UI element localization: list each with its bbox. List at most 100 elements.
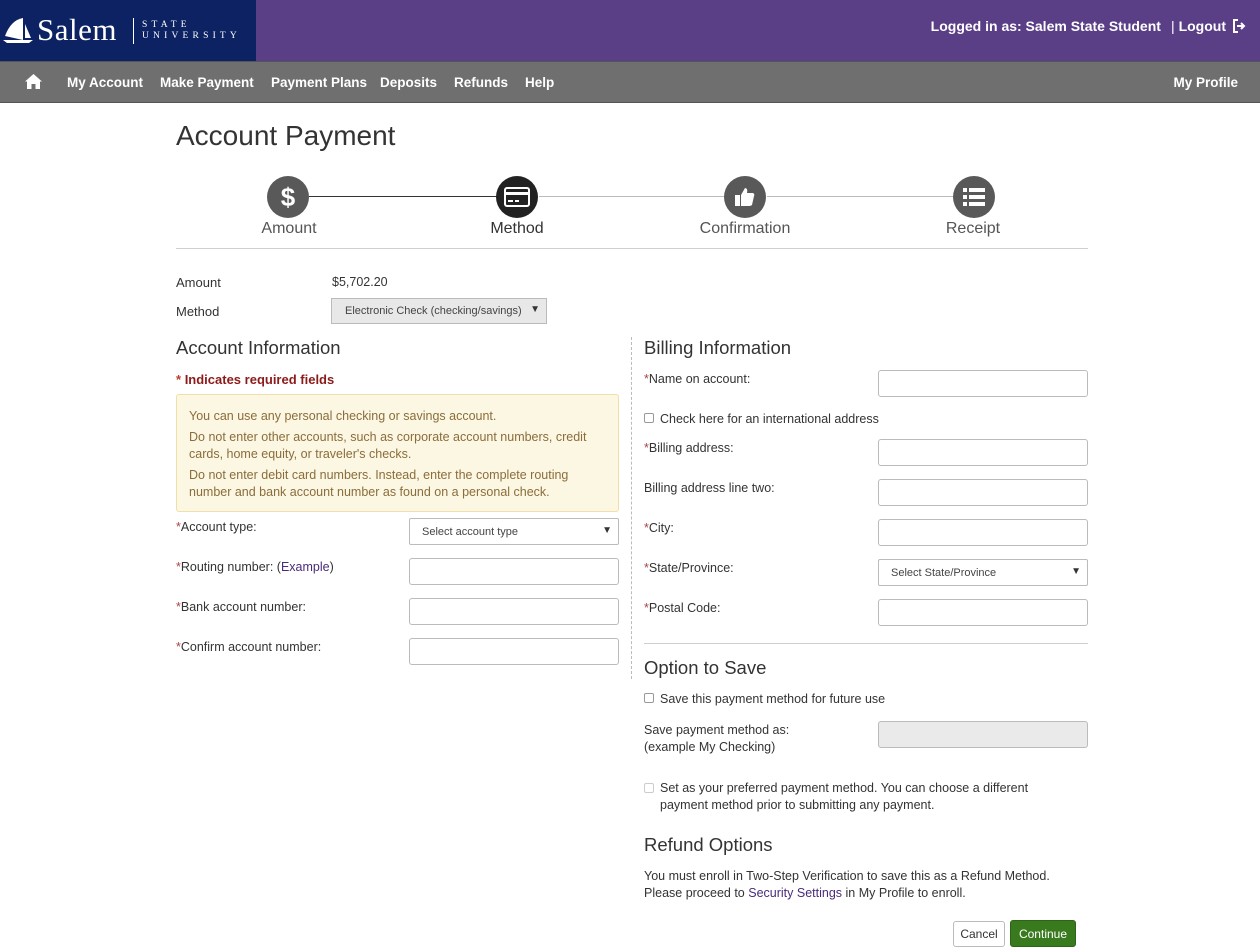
international-address-label: Check here for an international address — [660, 412, 879, 426]
routing-label-text: Routing number: ( — [180, 560, 281, 574]
nav-deposits[interactable]: Deposits — [380, 75, 437, 90]
logo-divider — [133, 18, 134, 44]
confirm-account-label: *Confirm account number: — [176, 640, 321, 654]
billing-address-label: *Billing address: — [644, 441, 734, 455]
required-star: * — [176, 372, 182, 387]
state-label: *State/Province: — [644, 561, 734, 575]
step-receipt-label: Receipt — [945, 220, 1001, 237]
refund-text-2: in My Profile to enroll. — [842, 886, 966, 900]
dollar-icon: $ — [281, 184, 296, 210]
billing-info-heading: Billing Information — [644, 337, 792, 358]
payment-method-value: Electronic Check (checking/savings) — [345, 305, 522, 317]
step-connector — [767, 196, 953, 197]
confirm-account-label-text: Confirm account number: — [180, 640, 322, 654]
name-label-text: Name on account: — [648, 372, 751, 386]
step-connector — [539, 196, 725, 197]
billing-address-label-text: Billing address: — [648, 441, 734, 455]
required-fields-note: * Indicates required fields — [176, 372, 334, 387]
city-label-text: City: — [648, 521, 674, 535]
nav-make-payment[interactable]: Make Payment — [160, 75, 254, 90]
save-as-input[interactable] — [878, 721, 1088, 748]
account-notice-box: You can use any personal checking or sav… — [176, 394, 619, 512]
step-amount-circle: $ — [267, 176, 309, 218]
account-type-placeholder: Select account type — [422, 526, 519, 538]
nav-payment-plans[interactable]: Payment Plans — [271, 75, 367, 90]
save-method-label: Save this payment method for future use — [660, 692, 886, 706]
required-note-text: Indicates required fields — [184, 372, 335, 387]
logged-in-text: Logged in as: Salem State Student — [930, 18, 1161, 34]
routing-number-label: *Routing number: (Example) — [176, 560, 334, 574]
caret-down-icon: ▼ — [602, 525, 612, 536]
header-separator: | — [1170, 18, 1175, 34]
nav-help[interactable]: Help — [525, 75, 554, 90]
page-title: Account Payment — [176, 120, 396, 151]
save-as-label: Save payment method as: (example My Chec… — [644, 722, 789, 756]
home-icon[interactable] — [24, 73, 43, 90]
security-settings-link[interactable]: Security Settings — [748, 886, 842, 900]
amount-label: Amount — [176, 275, 221, 290]
step-method-circle — [496, 176, 538, 218]
bank-account-label: *Bank account number: — [176, 600, 306, 614]
caret-down-icon: ▼ — [1071, 566, 1081, 577]
thumbs-up-icon — [735, 188, 755, 206]
billing-address-input[interactable] — [878, 439, 1088, 466]
refund-options-heading: Refund Options — [644, 834, 773, 855]
postal-code-input[interactable] — [878, 599, 1088, 626]
nav-my-account[interactable]: My Account — [67, 75, 143, 90]
save-as-label-line-1: Save payment method as: — [644, 723, 790, 737]
notice-line: Do not enter debit card numbers. Instead… — [189, 468, 569, 499]
credit-card-icon — [504, 187, 530, 207]
svg-text:$: $ — [281, 184, 296, 210]
routing-number-input[interactable] — [409, 558, 619, 585]
routing-example-link[interactable]: Example — [281, 560, 330, 574]
name-on-account-label: *Name on account: — [644, 372, 750, 386]
caret-down-icon: ▼ — [530, 304, 540, 315]
continue-button[interactable]: Continue — [1010, 920, 1076, 947]
step-confirmation-circle — [724, 176, 766, 218]
step-receipt-circle — [953, 176, 995, 218]
logo-sub-state: STATE — [142, 20, 191, 30]
ship-logo-icon — [3, 18, 33, 43]
name-on-account-input[interactable] — [878, 370, 1088, 397]
notice-line: Do not enter other accounts, such as cor… — [189, 430, 587, 461]
cancel-button[interactable]: Cancel — [953, 921, 1005, 947]
billing-address-2-input[interactable] — [878, 479, 1088, 506]
university-logo[interactable]: Salem STATE UNIVERSITY — [0, 0, 256, 61]
step-method-label: Method — [490, 220, 544, 237]
list-icon — [963, 188, 985, 206]
city-label: *City: — [644, 521, 674, 535]
logo-subtitle: STATE UNIVERSITY — [142, 20, 241, 42]
billing-address-2-label: Billing address line two: — [644, 481, 775, 495]
step-connector — [309, 196, 497, 197]
routing-label-close: ) — [329, 560, 334, 574]
user-area: Logged in as: Salem State Student | Logo… — [931, 18, 1246, 34]
amount-value: $5,702.20 — [332, 275, 388, 289]
logout-link[interactable]: Logout — [1179, 18, 1226, 34]
section-divider — [644, 643, 1088, 644]
account-info-heading: Account Information — [176, 337, 341, 358]
payment-method-select[interactable]: Electronic Check (checking/savings) ▼ — [331, 298, 547, 324]
save-method-checkbox[interactable] — [644, 693, 654, 703]
nav-refunds[interactable]: Refunds — [454, 75, 508, 90]
logo-wordmark: Salem — [37, 12, 117, 47]
state-placeholder: Select State/Province — [891, 567, 997, 579]
bank-account-label-text: Bank account number: — [180, 600, 306, 614]
account-type-select[interactable]: Select account type ▼ — [409, 518, 619, 545]
refund-options-text: You must enroll in Two-Step Verification… — [644, 868, 1074, 902]
preferred-method-label: Set as your preferred payment method. Yo… — [660, 781, 1029, 812]
city-input[interactable] — [878, 519, 1088, 546]
logout-icon[interactable] — [1232, 19, 1246, 33]
state-select[interactable]: Select State/Province ▼ — [878, 559, 1088, 586]
preferred-method-checkbox[interactable] — [644, 783, 654, 793]
logo-sub-university: UNIVERSITY — [142, 31, 241, 41]
bank-account-input[interactable] — [409, 598, 619, 625]
account-type-label-text: Account type: — [180, 520, 257, 534]
top-header: Salem STATE UNIVERSITY Logged in as: Sal… — [0, 0, 1260, 61]
notice-line: You can use any personal checking or sav… — [189, 409, 497, 423]
postal-label-text: Postal Code: — [648, 601, 721, 615]
nav-my-profile[interactable]: My Profile — [1173, 75, 1238, 90]
international-address-checkbox[interactable] — [644, 413, 654, 423]
confirm-account-input[interactable] — [409, 638, 619, 665]
step-amount-label: Amount — [261, 220, 317, 237]
save-as-label-line-2: (example My Checking) — [644, 740, 776, 754]
